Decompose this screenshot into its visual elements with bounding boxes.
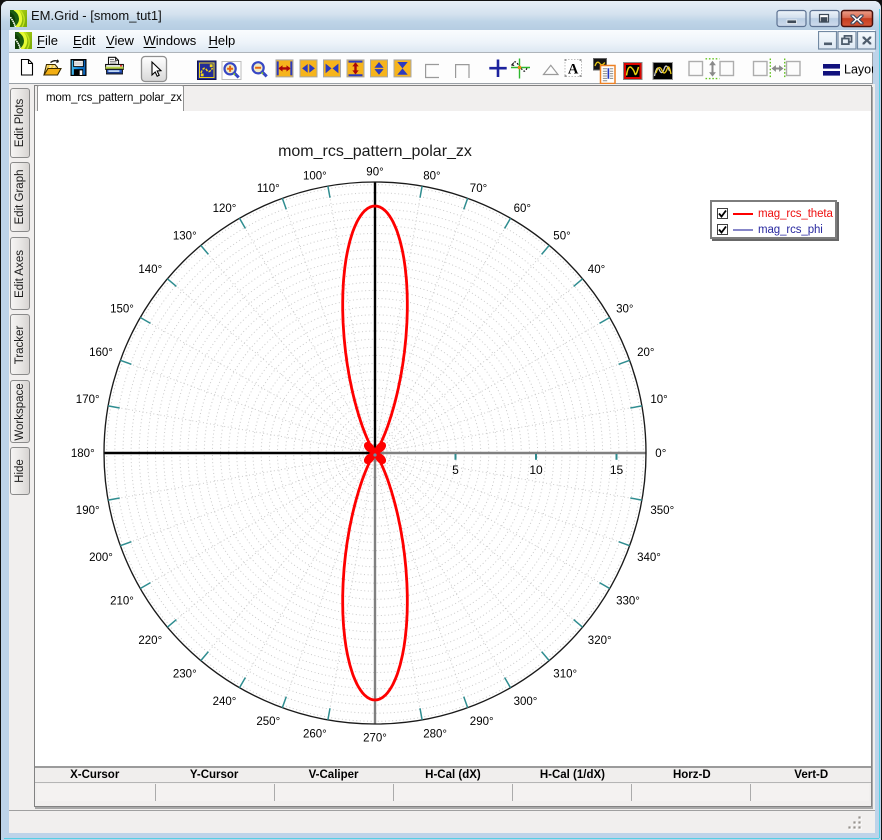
- svg-text:110°: 110°: [257, 183, 280, 195]
- svg-text:120°: 120°: [213, 203, 237, 215]
- svg-text:300°: 300°: [514, 696, 538, 708]
- svg-text:20°: 20°: [637, 347, 654, 359]
- svg-text:290°: 290°: [470, 716, 494, 728]
- svg-text:280°: 280°: [423, 728, 447, 740]
- svg-text:80°: 80°: [423, 171, 440, 183]
- svg-text:170°: 170°: [76, 394, 100, 406]
- svg-text:220°: 220°: [138, 635, 162, 647]
- svg-text:200°: 200°: [89, 552, 113, 564]
- svg-text:160°: 160°: [89, 347, 113, 359]
- svg-text:150°: 150°: [110, 304, 134, 316]
- svg-text:180°: 180°: [71, 448, 95, 460]
- svg-text:5: 5: [452, 463, 459, 477]
- svg-text:0°: 0°: [655, 448, 666, 460]
- svg-text:90°: 90°: [366, 167, 383, 179]
- svg-text:350°: 350°: [650, 505, 674, 517]
- svg-text:320°: 320°: [588, 635, 612, 647]
- svg-text:240°: 240°: [213, 696, 237, 708]
- svg-text:60°: 60°: [514, 203, 531, 215]
- svg-text:310°: 310°: [553, 669, 577, 681]
- svg-text:230°: 230°: [173, 669, 197, 681]
- svg-text:100°: 100°: [303, 171, 327, 183]
- svg-text:250°: 250°: [256, 716, 280, 728]
- svg-text:10°: 10°: [650, 394, 667, 406]
- svg-text:140°: 140°: [138, 264, 162, 276]
- svg-text:30°: 30°: [616, 304, 633, 316]
- svg-text:210°: 210°: [110, 596, 134, 608]
- svg-text:270°: 270°: [363, 733, 387, 745]
- svg-text:190°: 190°: [76, 505, 100, 517]
- svg-text:330°: 330°: [616, 596, 640, 608]
- svg-text:130°: 130°: [173, 230, 197, 242]
- svg-text:A: A: [568, 62, 579, 78]
- svg-text:mom_rcs_pattern_polar_zx: mom_rcs_pattern_polar_zx: [278, 143, 472, 160]
- svg-text:Layout: Layout: [844, 63, 873, 77]
- svg-text:15: 15: [610, 463, 624, 477]
- svg-text:10: 10: [529, 463, 543, 477]
- svg-text:70°: 70°: [470, 183, 487, 195]
- svg-text:50°: 50°: [553, 230, 570, 242]
- svg-text:260°: 260°: [303, 728, 327, 740]
- svg-text:40°: 40°: [588, 264, 605, 276]
- svg-text:340°: 340°: [637, 552, 661, 564]
